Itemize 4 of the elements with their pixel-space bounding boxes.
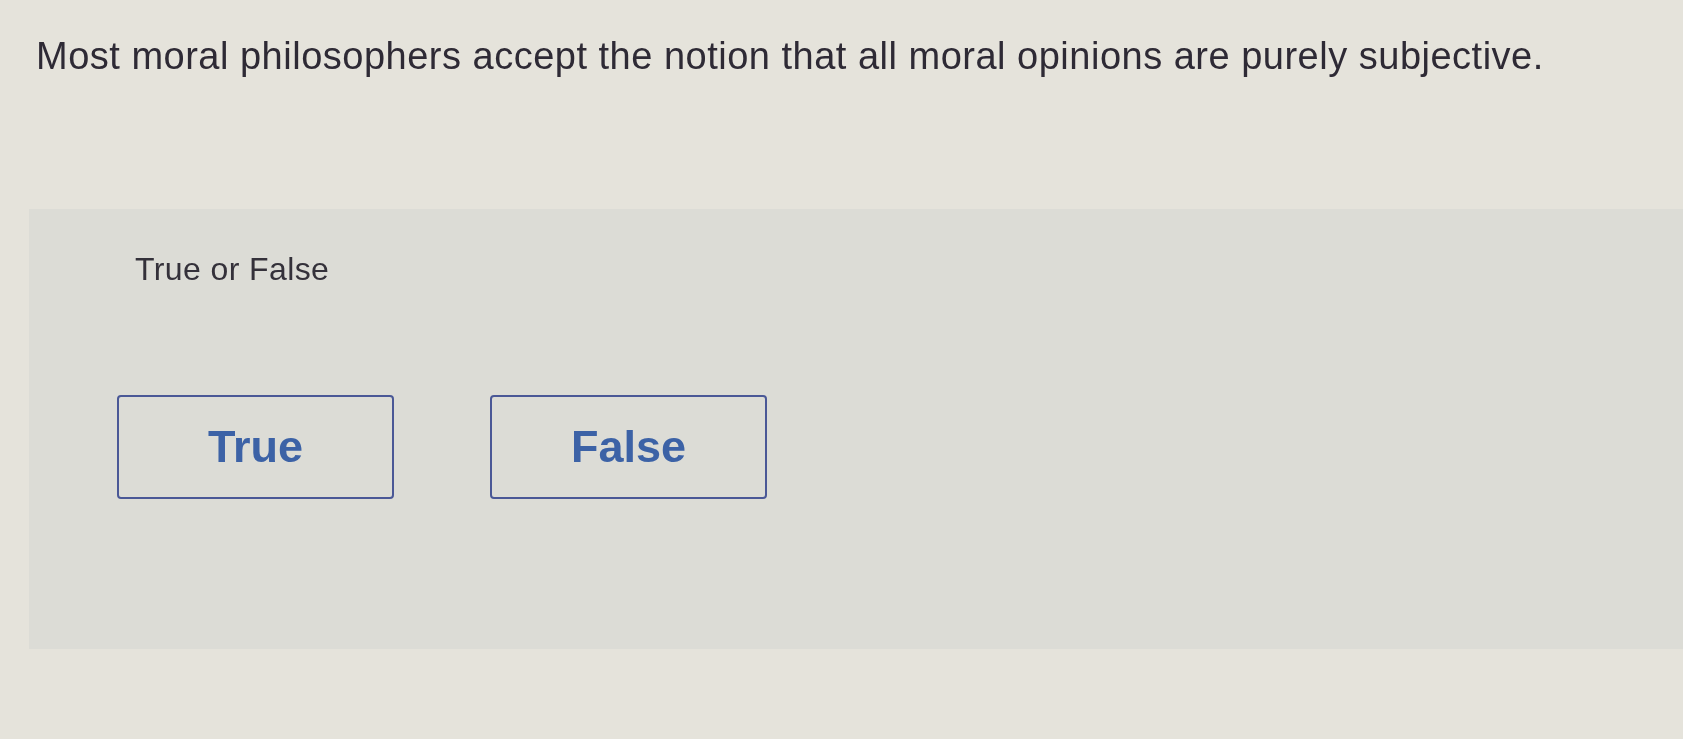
question-text: Most moral philosophers accept the notion that all moral opinions are purely subjective. xyxy=(36,34,1544,78)
answer-option-button[interactable]: False xyxy=(490,395,767,499)
answer-option-button[interactable]: True xyxy=(117,395,394,499)
question-type-label: True or False xyxy=(135,251,330,287)
